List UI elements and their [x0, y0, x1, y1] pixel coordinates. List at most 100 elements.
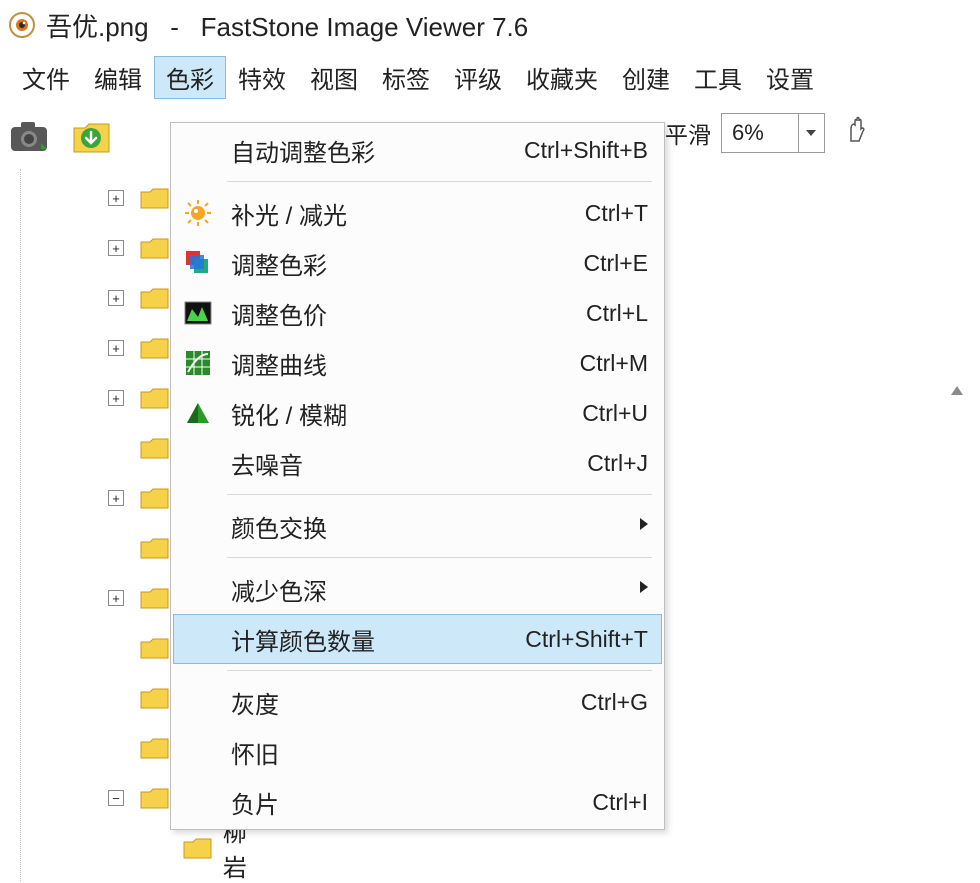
submenu-arrow-icon	[640, 517, 648, 535]
camera-icon[interactable]	[8, 117, 52, 157]
title-appname: FastStone Image Viewer 7.6	[201, 12, 529, 42]
menu-item-label: 颜色交换	[231, 509, 640, 544]
menu-item-shortcut: Ctrl+I	[592, 789, 648, 816]
menu-separator	[227, 181, 652, 182]
menu-item-label: 负片	[231, 785, 592, 820]
menu-item-计算颜色数量[interactable]: 计算颜色数量Ctrl+Shift+T	[173, 614, 662, 664]
menu-item-shortcut: Ctrl+Shift+T	[525, 626, 648, 653]
menubar: 文件编辑色彩特效视图标签评级收藏夹创建工具设置	[0, 50, 980, 105]
menu-item-label: 调整色价	[231, 296, 586, 331]
folder-icon	[140, 236, 170, 260]
folder-icon	[140, 636, 170, 660]
menu-separator	[227, 494, 652, 495]
expand-icon[interactable]: +	[108, 390, 124, 406]
folder-icon	[140, 386, 170, 410]
smooth-label: 平滑	[665, 116, 711, 150]
menu-item-label: 调整曲线	[231, 346, 580, 381]
tree-row[interactable]: +柳岩	[56, 823, 260, 873]
expand-icon[interactable]: +	[108, 290, 124, 306]
menu-item-label: 减少色深	[231, 572, 640, 607]
blank-icon	[181, 574, 215, 604]
chevron-down-icon[interactable]	[798, 114, 824, 152]
menu-item-shortcut: Ctrl+T	[585, 200, 648, 227]
scrollbar-up-icon[interactable]	[948, 379, 966, 406]
menu-item-label: 去噪音	[231, 446, 587, 481]
menu-item-负片[interactable]: 负片Ctrl+I	[173, 777, 662, 827]
menu-设置[interactable]: 设置	[754, 56, 826, 99]
blank-icon	[181, 448, 215, 478]
menu-item-自动调整色彩[interactable]: 自动调整色彩Ctrl+Shift+B	[173, 125, 662, 175]
menu-创建[interactable]: 创建	[610, 56, 682, 99]
menu-标签[interactable]: 标签	[370, 56, 442, 99]
folder-icon	[140, 436, 170, 460]
expand-icon[interactable]: +	[108, 190, 124, 206]
zoom-combobox[interactable]: 6%	[721, 113, 825, 153]
menu-item-怀旧[interactable]: 怀旧	[173, 727, 662, 777]
menu-item-调整色彩[interactable]: 调整色彩Ctrl+E	[173, 238, 662, 288]
menu-item-shortcut: Ctrl+L	[586, 300, 648, 327]
menu-item-shortcut: Ctrl+Shift+B	[524, 137, 648, 164]
expand-icon[interactable]: +	[108, 240, 124, 256]
menu-item-shortcut: Ctrl+E	[583, 250, 648, 277]
hand-icon[interactable]	[843, 115, 871, 151]
folder-icon	[140, 486, 170, 510]
menu-特效[interactable]: 特效	[226, 56, 298, 99]
menu-item-label: 补光 / 减光	[231, 196, 585, 231]
menu-收藏夹[interactable]: 收藏夹	[514, 56, 610, 99]
expand-icon[interactable]: +	[108, 590, 124, 606]
blank-icon	[181, 787, 215, 817]
color-menu-dropdown: 自动调整色彩Ctrl+Shift+B补光 / 减光Ctrl+T调整色彩Ctrl+…	[170, 122, 665, 830]
menu-item-减少色深[interactable]: 减少色深	[173, 564, 662, 614]
blank-icon	[181, 737, 215, 767]
menu-item-调整色价[interactable]: 调整色价Ctrl+L	[173, 288, 662, 338]
title-sep: -	[170, 12, 179, 42]
folder-icon	[140, 286, 170, 310]
triangle-icon	[181, 398, 215, 428]
menu-item-shortcut: Ctrl+J	[587, 450, 648, 477]
menu-separator	[227, 557, 652, 558]
blank-icon	[181, 624, 215, 654]
expand-icon[interactable]: +	[108, 490, 124, 506]
histogram-icon	[181, 298, 215, 328]
menu-item-shortcut: Ctrl+G	[581, 689, 648, 716]
folder-icon	[140, 736, 170, 760]
menu-文件[interactable]: 文件	[10, 56, 82, 99]
expand-icon[interactable]: +	[108, 340, 124, 356]
zoom-value: 6%	[722, 120, 798, 146]
folder-icon	[140, 336, 170, 360]
menu-视图[interactable]: 视图	[298, 56, 370, 99]
folder-icon	[140, 536, 170, 560]
folder-icon	[183, 836, 213, 860]
collapse-icon[interactable]: −	[108, 790, 124, 806]
folder-icon	[140, 186, 170, 210]
menu-item-label: 灰度	[231, 685, 581, 720]
menu-separator	[227, 670, 652, 671]
menu-色彩[interactable]: 色彩	[154, 56, 226, 99]
blank-icon	[181, 135, 215, 165]
folder-icon	[140, 686, 170, 710]
menu-item-灰度[interactable]: 灰度Ctrl+G	[173, 677, 662, 727]
menu-item-shortcut: Ctrl+U	[582, 400, 648, 427]
menu-工具[interactable]: 工具	[682, 56, 754, 99]
folder-icon	[140, 786, 170, 810]
title-filename: 吾优.png	[46, 12, 149, 42]
app-icon	[8, 11, 36, 39]
download-folder-icon[interactable]	[70, 117, 114, 157]
rgb-icon	[181, 248, 215, 278]
folder-icon	[140, 586, 170, 610]
menu-评级[interactable]: 评级	[442, 56, 514, 99]
menu-item-label: 锐化 / 模糊	[231, 396, 582, 431]
grid-icon	[181, 348, 215, 378]
menu-item-颜色交换[interactable]: 颜色交换	[173, 501, 662, 551]
titlebar: 吾优.png - FastStone Image Viewer 7.6	[0, 0, 980, 50]
menu-item-去噪音[interactable]: 去噪音Ctrl+J	[173, 438, 662, 488]
menu-item-锐化 / 模糊[interactable]: 锐化 / 模糊Ctrl+U	[173, 388, 662, 438]
menu-item-调整曲线[interactable]: 调整曲线Ctrl+M	[173, 338, 662, 388]
menu-item-label: 怀旧	[231, 735, 648, 770]
sun-icon	[181, 198, 215, 228]
menu-item-补光 / 减光[interactable]: 补光 / 减光Ctrl+T	[173, 188, 662, 238]
blank-icon	[181, 687, 215, 717]
menu-item-shortcut: Ctrl+M	[580, 350, 648, 377]
menu-编辑[interactable]: 编辑	[82, 56, 154, 99]
menu-item-label: 自动调整色彩	[231, 133, 524, 168]
